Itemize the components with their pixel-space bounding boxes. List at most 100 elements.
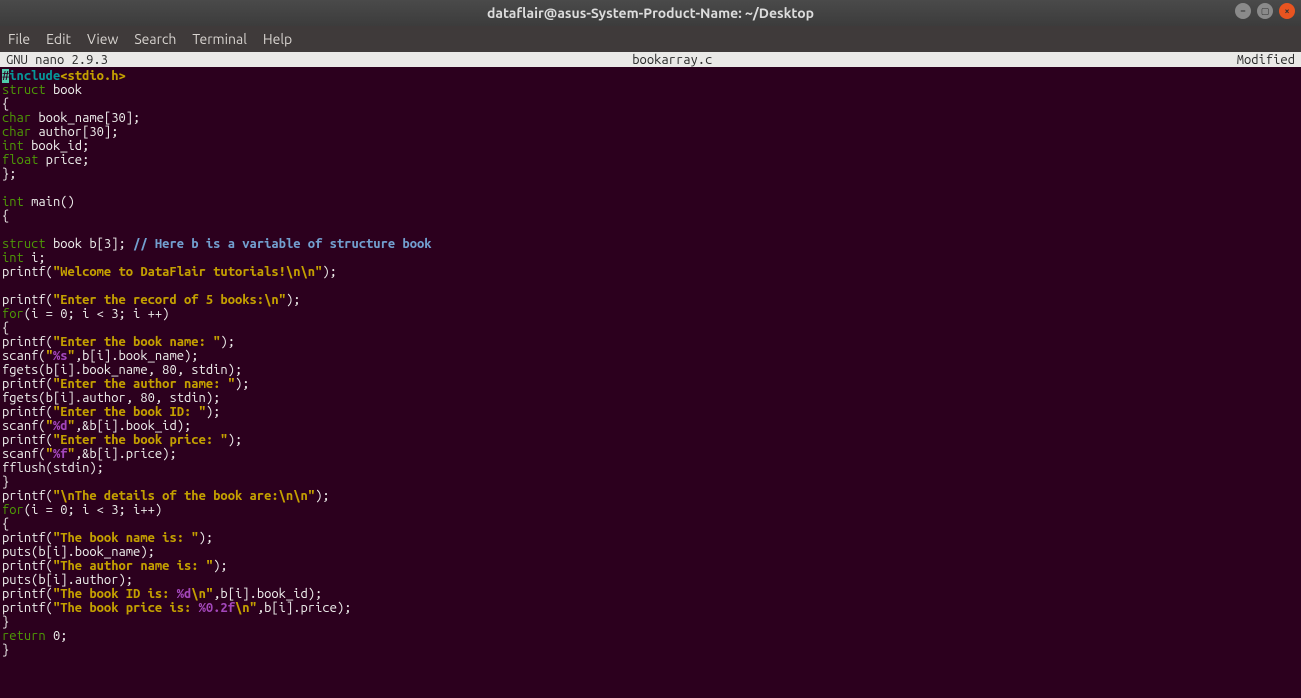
format-specifier: %0.2f	[199, 601, 235, 615]
menu-help[interactable]: Help	[263, 31, 292, 47]
keyword-for: for	[2, 307, 24, 321]
code-text: );	[228, 433, 243, 447]
string-quote: "	[68, 349, 75, 363]
format-specifier: %s	[53, 349, 68, 363]
code-text: );	[235, 377, 250, 391]
code-text: };	[2, 167, 17, 181]
code-text: ,b[i].book_name);	[75, 349, 199, 363]
format-specifier: %d	[53, 419, 68, 433]
preprocessor-include: include	[9, 69, 60, 83]
code-text: scanf(	[2, 447, 46, 461]
code-text: (i = 0; i < 3; i++)	[24, 503, 162, 517]
menu-edit[interactable]: Edit	[46, 31, 71, 47]
code-text: );	[199, 531, 214, 545]
code-text: price;	[38, 153, 89, 167]
code-text: printf(	[2, 559, 53, 573]
code-text: printf(	[2, 433, 53, 447]
string-literal: "Enter the book name: "	[53, 335, 220, 349]
string-literal: "Enter the author name: "	[53, 377, 235, 391]
code-text: book_name[30];	[31, 111, 140, 125]
window-titlebar: dataflair@asus-System-Product-Name: ~/De…	[0, 0, 1301, 26]
code-text: puts(b[i].book_name);	[2, 545, 155, 559]
code-text: );	[213, 559, 228, 573]
maximize-button[interactable]: ▢	[1257, 3, 1273, 19]
code-text: );	[322, 265, 337, 279]
string-literal: "Enter the book ID: "	[53, 405, 206, 419]
code-text: printf(	[2, 335, 53, 349]
keyword-return: return	[2, 629, 46, 643]
string-quote: "	[46, 419, 53, 433]
keyword-for: for	[2, 503, 24, 517]
code-text: }	[2, 643, 9, 657]
string-literal: "The book ID is:	[53, 587, 177, 601]
code-text: printf(	[2, 489, 53, 503]
string-literal: "Welcome to DataFlair tutorials!\n\n"	[53, 265, 322, 279]
code-text: {	[2, 97, 9, 111]
header-stdio: <stdio.h>	[60, 69, 126, 83]
keyword-char: char	[2, 111, 31, 125]
keyword-float: float	[2, 153, 38, 167]
string-quote: "	[46, 447, 53, 461]
string-literal: "Enter the record of 5 books:\n"	[53, 293, 286, 307]
code-text: i;	[24, 251, 46, 265]
string-literal: "The author name is: "	[53, 559, 213, 573]
string-literal: \n"	[235, 601, 257, 615]
code-text: );	[220, 335, 235, 349]
code-text: }	[2, 615, 9, 629]
menu-terminal[interactable]: Terminal	[192, 31, 247, 47]
string-literal: "The book name is: "	[53, 531, 199, 545]
code-text: );	[286, 293, 301, 307]
keyword-struct: struct	[2, 237, 46, 251]
close-button[interactable]: ×	[1279, 3, 1295, 19]
code-text: ,b[i].book_id);	[213, 587, 322, 601]
code-text: );	[315, 489, 330, 503]
string-quote: "	[68, 447, 75, 461]
keyword-struct: struct	[2, 83, 46, 97]
code-text: printf(	[2, 265, 53, 279]
code-text: printf(	[2, 587, 53, 601]
code-text: main()	[24, 195, 75, 209]
code-text: fflush(stdin);	[2, 461, 104, 475]
menu-file[interactable]: File	[8, 31, 30, 47]
keyword-int: int	[2, 195, 24, 209]
code-text: (i = 0; i < 3; i ++)	[24, 307, 170, 321]
nano-modified-indicator: Modified	[1237, 53, 1301, 67]
keyword-int: int	[2, 251, 24, 265]
code-text: }	[2, 475, 9, 489]
nano-version: GNU nano 2.9.3	[0, 53, 108, 67]
code-text: ,&b[i].price);	[75, 447, 177, 461]
menu-search[interactable]: Search	[134, 31, 176, 47]
window-title: dataflair@asus-System-Product-Name: ~/De…	[487, 5, 814, 21]
editor-content[interactable]: #include<stdio.h> struct book { char boo…	[0, 67, 1301, 698]
menu-view[interactable]: View	[87, 31, 118, 47]
code-text: {	[2, 209, 9, 223]
code-text: book b[3];	[46, 237, 133, 251]
string-literal: "Enter the book price: "	[53, 433, 228, 447]
code-text: printf(	[2, 293, 53, 307]
string-literal: "The book price is:	[53, 601, 199, 615]
format-specifier: %f	[53, 447, 68, 461]
code-text: fgets(b[i].author, 80, stdin);	[2, 391, 220, 405]
string-quote: "	[68, 419, 75, 433]
code-text: scanf(	[2, 349, 46, 363]
minimize-button[interactable]: –	[1235, 3, 1251, 19]
code-text: printf(	[2, 405, 53, 419]
code-text: book	[46, 83, 82, 97]
code-text: ,b[i].price);	[257, 601, 352, 615]
string-literal: "\nThe details of the book are:\n\n"	[53, 489, 315, 503]
code-text: fgets(b[i].book_name, 80, stdin);	[2, 363, 242, 377]
keyword-int: int	[2, 139, 24, 153]
code-text: author[30];	[31, 125, 118, 139]
comment: // Here b is a variable of structure boo…	[133, 237, 431, 251]
menu-bar: File Edit View Search Terminal Help	[0, 26, 1301, 52]
code-text: book_id;	[24, 139, 90, 153]
code-text: puts(b[i].author);	[2, 573, 133, 587]
code-text: printf(	[2, 377, 53, 391]
code-text: 0;	[46, 629, 68, 643]
nano-filename: bookarray.c	[108, 53, 1237, 67]
code-text: printf(	[2, 601, 53, 615]
string-literal: \n"	[191, 587, 213, 601]
keyword-char: char	[2, 125, 31, 139]
code-text: {	[2, 321, 9, 335]
string-quote: "	[46, 349, 53, 363]
